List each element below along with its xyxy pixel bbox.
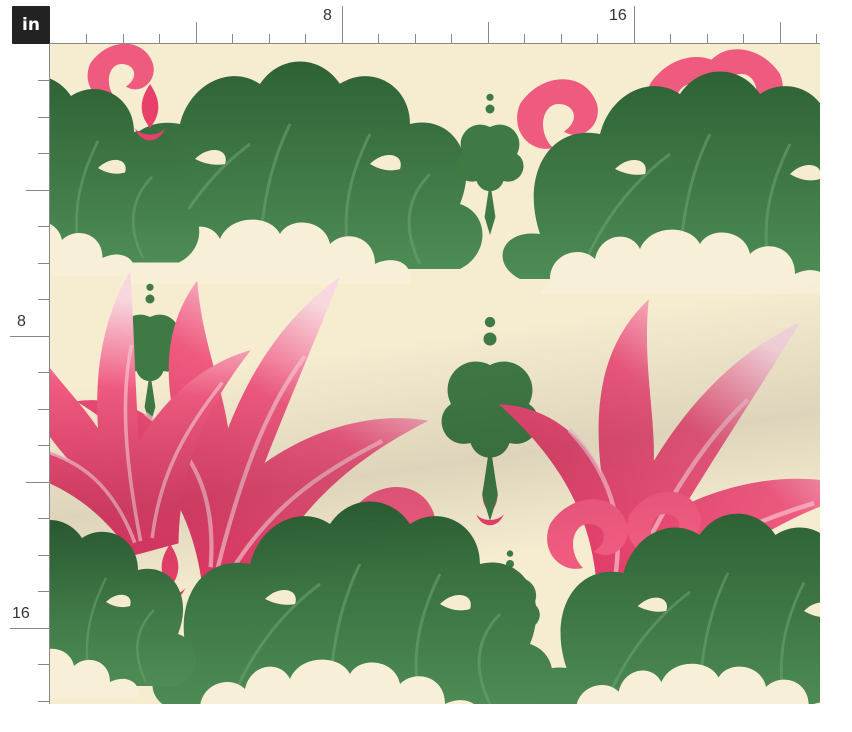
- ruler-left-label-16: 16: [12, 605, 30, 622]
- fabric-swatch: [50, 44, 820, 704]
- damask-pattern: [50, 44, 820, 704]
- ruler-top: [50, 6, 820, 44]
- ruler-top-label-8: 8: [323, 7, 332, 24]
- unit-toggle-button[interactable]: in: [12, 6, 50, 44]
- ruler-left-label-8: 8: [17, 313, 26, 330]
- ruler-top-label-16: 16: [609, 7, 627, 24]
